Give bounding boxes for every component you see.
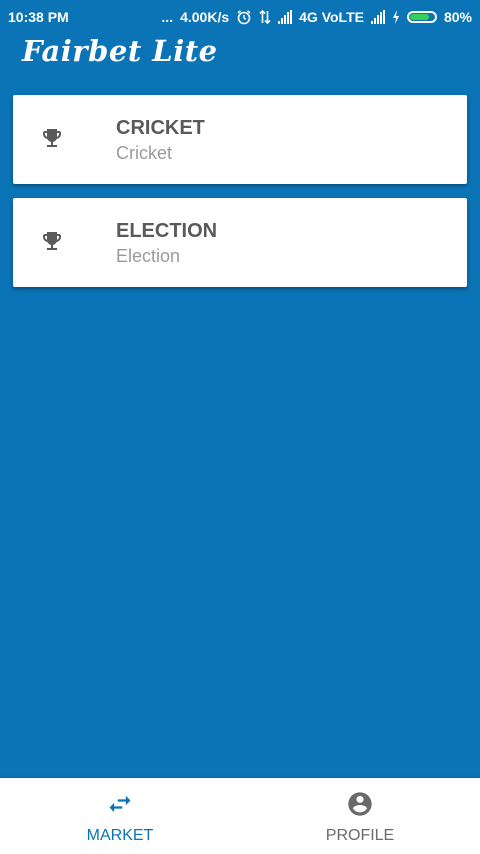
nav-label-profile: PROFILE [325, 827, 395, 844]
signal-icon [278, 10, 293, 24]
status-bar: 10:38 PM ... 4.00K/s 4G VoLTE 80% [0, 0, 480, 34]
app-title: Fairbet Lite [22, 34, 218, 68]
category-card-cricket[interactable]: CRICKET Cricket [13, 95, 467, 184]
data-transfer-icon [259, 9, 271, 25]
network-type: 4G VoLTE [299, 9, 364, 25]
category-card-election[interactable]: ELECTION Election [13, 198, 467, 287]
category-subtitle: Cricket [116, 143, 173, 163]
battery-percent: 80% [443, 9, 472, 25]
trophy-icon [40, 229, 64, 253]
trophy-icon [40, 126, 64, 150]
nav-item-profile[interactable]: PROFILE [240, 778, 480, 854]
nav-label-market: MARKET [86, 827, 154, 844]
signal-icon-2 [370, 10, 385, 24]
swap-arrows-icon [106, 790, 134, 818]
account-circle-icon [346, 790, 374, 818]
charging-icon [392, 10, 400, 24]
alarm-icon [236, 9, 252, 25]
category-subtitle: Election [116, 246, 181, 266]
bottom-navigation: MARKET PROFILE [0, 778, 480, 854]
battery-icon [406, 11, 437, 23]
category-title: CRICKET [116, 117, 205, 139]
status-time: 10:38 PM [8, 9, 69, 25]
nav-item-market[interactable]: MARKET [0, 778, 240, 854]
category-title: ELECTION [116, 220, 218, 242]
status-dots: ... [161, 9, 174, 25]
status-icons: ... 4.00K/s 4G VoLTE 80% [161, 9, 472, 25]
network-speed: 4.00K/s [180, 9, 230, 25]
